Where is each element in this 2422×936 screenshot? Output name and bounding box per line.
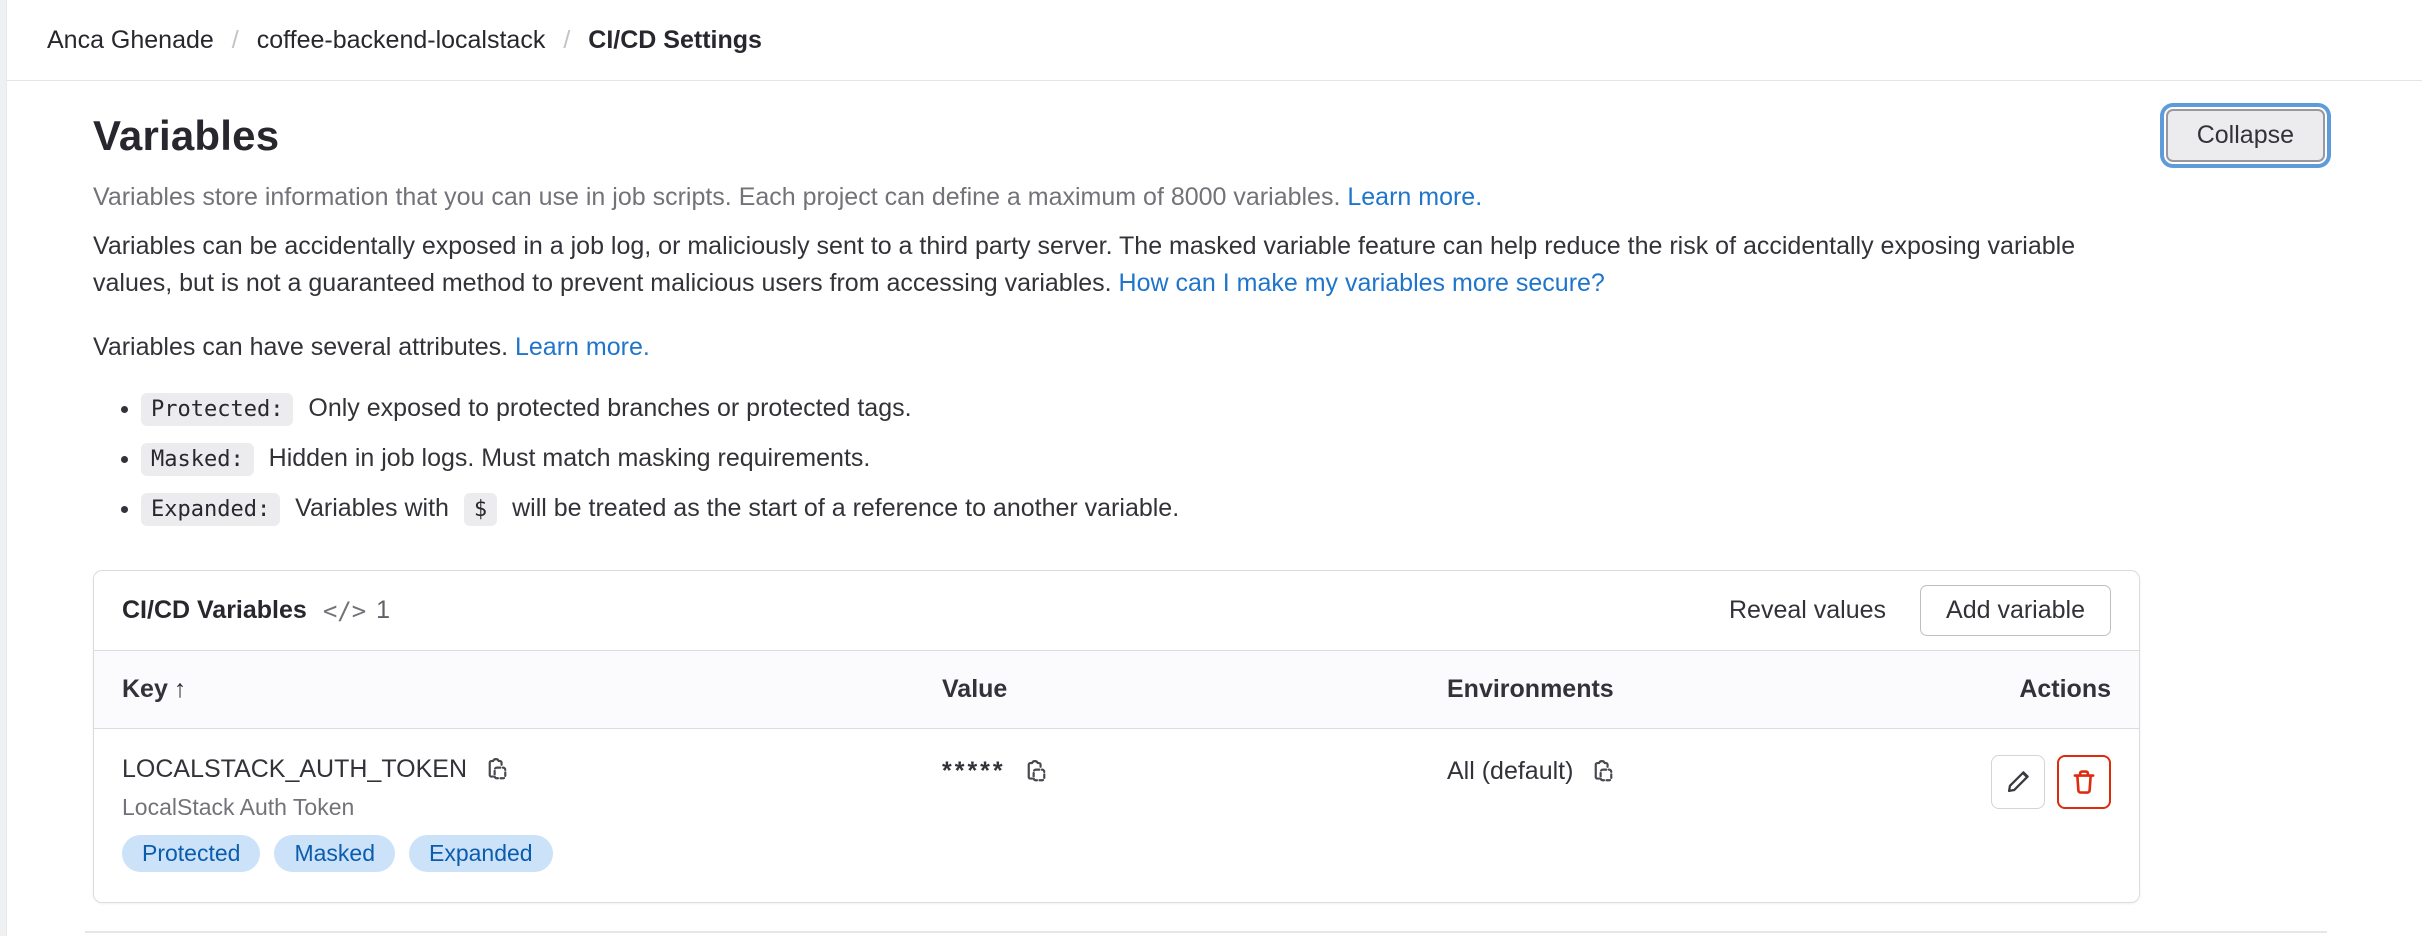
warning-text: Variables can be accidentally exposed in… bbox=[93, 232, 2075, 297]
dollar-code-label: $ bbox=[464, 493, 497, 526]
list-item-expanded: Expanded: Variables with $ will be treat… bbox=[141, 490, 2330, 528]
badge-protected: Protected bbox=[122, 835, 260, 872]
key-cell: LOCALSTACK_AUTH_TOKEN LocalStack Auth To… bbox=[122, 755, 942, 872]
intro-text: Variables store information that you can… bbox=[93, 183, 1340, 211]
copy-icon bbox=[1022, 758, 1049, 785]
actions-cell bbox=[1931, 755, 2111, 809]
table-row: LOCALSTACK_AUTH_TOKEN LocalStack Auth To… bbox=[94, 729, 2139, 902]
table-header-row: Key↑ Value Environments Actions bbox=[94, 650, 2139, 729]
attributes-paragraph: Variables can have several attributes. L… bbox=[93, 329, 2330, 366]
environments-value: All (default) bbox=[1447, 757, 1573, 786]
badge-masked: Masked bbox=[274, 835, 395, 872]
masked-code-label: Masked: bbox=[141, 443, 254, 476]
cicd-settings-page: Anca Ghenade / coffee-backend-localstack… bbox=[7, 0, 2422, 933]
breadcrumb-separator: / bbox=[563, 26, 570, 55]
add-variable-button[interactable]: Add variable bbox=[1920, 585, 2111, 636]
learn-more-link[interactable]: Learn more. bbox=[1347, 183, 1482, 211]
copy-environments-button[interactable] bbox=[1589, 758, 1616, 785]
pencil-icon bbox=[2004, 768, 2032, 796]
attributes-list: Protected: Only exposed to protected bra… bbox=[93, 390, 2330, 528]
attributes-text: Variables can have several attributes. bbox=[93, 333, 508, 361]
breadcrumb-item-project[interactable]: coffee-backend-localstack bbox=[257, 26, 546, 55]
breadcrumb-item-namespace[interactable]: Anca Ghenade bbox=[47, 26, 214, 55]
column-header-actions: Actions bbox=[1931, 675, 2111, 704]
masked-value: ***** bbox=[942, 757, 1006, 786]
variables-section: Variables Collapse Variables store infor… bbox=[7, 109, 2422, 933]
collapse-button[interactable]: Collapse bbox=[2166, 109, 2325, 162]
collapsed-sidebar-edge bbox=[0, 0, 7, 936]
list-item-masked: Masked: Hidden in job logs. Must match m… bbox=[141, 440, 2330, 478]
column-header-value: Value bbox=[942, 675, 1447, 704]
protected-code-label: Protected: bbox=[141, 393, 293, 426]
masked-description: Hidden in job logs. Must match masking r… bbox=[269, 444, 871, 472]
badge-row: Protected Masked Expanded bbox=[122, 835, 942, 872]
breadcrumb-item-current: CI/CD Settings bbox=[588, 26, 762, 55]
breadcrumb-separator: / bbox=[232, 26, 239, 55]
variable-count: 1 bbox=[376, 596, 390, 625]
secure-variables-link[interactable]: How can I make my variables more secure? bbox=[1119, 269, 1605, 297]
trash-icon bbox=[2070, 768, 2098, 796]
copy-icon bbox=[1589, 758, 1616, 785]
delete-variable-button[interactable] bbox=[2057, 755, 2111, 809]
breadcrumb: Anca Ghenade / coffee-backend-localstack… bbox=[7, 0, 2422, 81]
cicd-variables-card: CI/CD Variables </> 1 Reveal values Add … bbox=[93, 570, 2140, 903]
copy-value-button[interactable] bbox=[1022, 758, 1049, 785]
environments-cell: All (default) bbox=[1447, 757, 1931, 786]
code-icon: </> bbox=[323, 597, 366, 625]
card-title: CI/CD Variables bbox=[122, 596, 307, 625]
next-section-divider bbox=[85, 931, 2327, 933]
expanded-description-before: Variables with bbox=[295, 494, 449, 522]
warning-paragraph: Variables can be accidentally exposed in… bbox=[93, 228, 2143, 302]
column-header-key[interactable]: Key↑ bbox=[122, 675, 942, 704]
list-item-protected: Protected: Only exposed to protected bra… bbox=[141, 390, 2330, 428]
page-title: Variables bbox=[93, 112, 279, 160]
variable-description: LocalStack Auth Token bbox=[122, 794, 942, 821]
variable-key: LOCALSTACK_AUTH_TOKEN bbox=[122, 755, 467, 784]
reveal-values-button[interactable]: Reveal values bbox=[1729, 596, 1886, 625]
key-header-label: Key bbox=[122, 675, 168, 703]
badge-expanded: Expanded bbox=[409, 835, 553, 872]
copy-icon bbox=[483, 756, 510, 783]
column-header-environments: Environments bbox=[1447, 675, 1931, 704]
protected-description: Only exposed to protected branches or pr… bbox=[308, 394, 911, 422]
copy-key-button[interactable] bbox=[483, 756, 510, 783]
expanded-description-after: will be treated as the start of a refere… bbox=[512, 494, 1179, 522]
card-header: CI/CD Variables </> 1 Reveal values Add … bbox=[94, 571, 2139, 650]
expanded-code-label: Expanded: bbox=[141, 493, 280, 526]
intro-paragraph: Variables store information that you can… bbox=[93, 179, 2330, 216]
sort-ascending-icon: ↑ bbox=[174, 675, 187, 703]
edit-variable-button[interactable] bbox=[1991, 755, 2045, 809]
attributes-learn-more-link[interactable]: Learn more. bbox=[515, 333, 650, 361]
value-cell: ***** bbox=[942, 757, 1447, 786]
